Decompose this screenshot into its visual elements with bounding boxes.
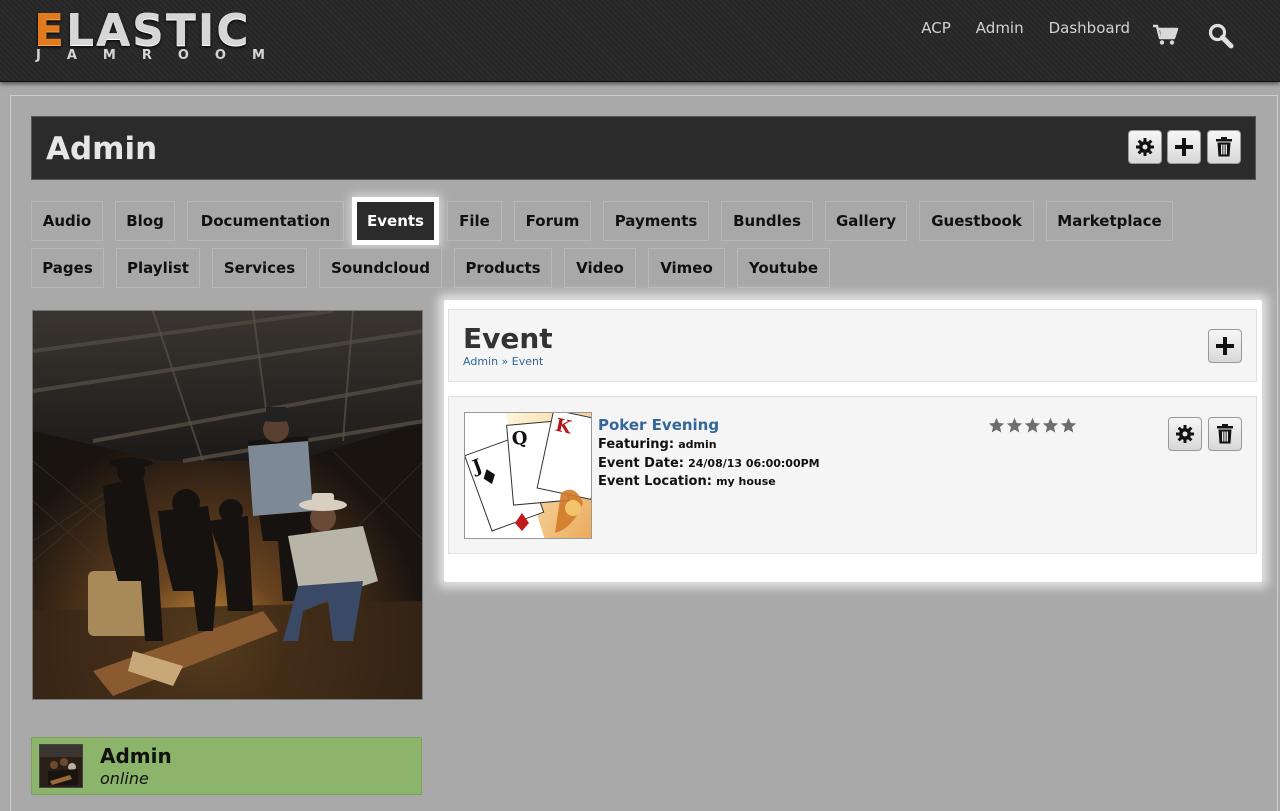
tab-playlist[interactable]: Playlist [116,248,200,288]
star-icon[interactable] [1024,417,1041,434]
tab-events[interactable]: Events [356,201,435,241]
nav-dashboard[interactable]: Dashboard [1049,19,1130,37]
search-icon[interactable] [1207,22,1235,50]
nav-acp[interactable]: ACP [921,19,951,37]
plus-icon [1175,138,1193,156]
event-date-label: Event Date: [598,456,684,471]
event-title-link[interactable]: Poker Evening [598,416,719,434]
profile-settings-button[interactable] [1128,130,1162,164]
tab-audio[interactable]: Audio [31,201,103,241]
trash-icon [1217,424,1233,444]
tab-gallery[interactable]: Gallery [825,201,907,241]
tab-products[interactable]: Products [454,248,552,288]
svg-text:Q: Q [511,428,528,450]
star-icon[interactable] [988,417,1005,434]
profile-header: Admin [31,116,1256,180]
star-icon[interactable] [1042,417,1059,434]
event-date-value: 24/08/13 06:00:00PM [688,457,820,470]
event-section-header: Event Admin » Event [448,309,1257,382]
tab-payments[interactable]: Payments [603,201,709,241]
tab-youtube[interactable]: Youtube [737,248,830,288]
event-settings-button[interactable] [1168,417,1202,451]
top-header: ELASTIC JAMROOM ACP Admin Dashboard [0,0,1280,82]
site-logo[interactable]: ELASTIC JAMROOM [34,8,294,68]
tab-blog[interactable]: Blog [115,201,175,241]
featuring-label: Featuring: [598,437,675,452]
tab-services[interactable]: Services [212,248,307,288]
tab-video[interactable]: Video [564,248,636,288]
trash-icon [1216,137,1232,157]
event-location-value: my house [716,475,776,488]
event-list-item: J Q K Poker Evening Featuring: admin Eve… [448,396,1257,554]
tab-guestbook[interactable]: Guestbook [919,201,1034,241]
user-avatar[interactable] [39,744,83,788]
event-delete-button[interactable] [1208,417,1242,451]
tab-marketplace[interactable]: Marketplace [1046,201,1173,241]
gear-icon [1136,138,1154,156]
event-location: Event Location: my house [598,474,776,489]
event-date: Event Date: 24/08/13 06:00:00PM [598,456,820,471]
nav-admin[interactable]: Admin [976,19,1024,37]
top-nav: ACP Admin Dashboard [896,19,1130,37]
gear-icon [1176,425,1194,443]
breadcrumb: Admin » Event [463,355,543,368]
tab-pages[interactable]: Pages [31,248,104,288]
tab-vimeo[interactable]: Vimeo [648,248,725,288]
section-title: Event [463,322,553,355]
profile-photo[interactable] [32,310,423,700]
event-location-label: Event Location: [598,474,712,489]
breadcrumb-separator: » [498,355,512,368]
user-name[interactable]: Admin [100,744,172,768]
star-icon[interactable] [1006,417,1023,434]
tab-forum[interactable]: Forum [514,201,591,241]
breadcrumb-home[interactable]: Admin [463,355,498,368]
tab-soundcloud[interactable]: Soundcloud [319,248,442,288]
profile-title: Admin [46,131,158,167]
tab-bundles[interactable]: Bundles [721,201,813,241]
tab-documentation[interactable]: Documentation [187,201,344,241]
rating-stars[interactable] [988,417,1077,434]
profile-delete-button[interactable] [1207,130,1241,164]
featuring-value[interactable]: admin [678,438,716,451]
event-thumbnail[interactable]: J Q K [464,412,592,539]
cart-icon[interactable] [1152,24,1180,46]
event-featuring: Featuring: admin [598,437,717,452]
logo-subtitle: JAMROOM [36,48,291,63]
star-icon[interactable] [1060,417,1077,434]
plus-icon [1216,337,1234,355]
user-online-card[interactable]: Admin online [31,737,422,795]
breadcrumb-current[interactable]: Event [512,355,544,368]
user-status: online [100,769,149,788]
tab-file[interactable]: File [447,201,502,241]
add-event-button[interactable] [1208,329,1242,363]
profile-add-button[interactable] [1167,130,1201,164]
